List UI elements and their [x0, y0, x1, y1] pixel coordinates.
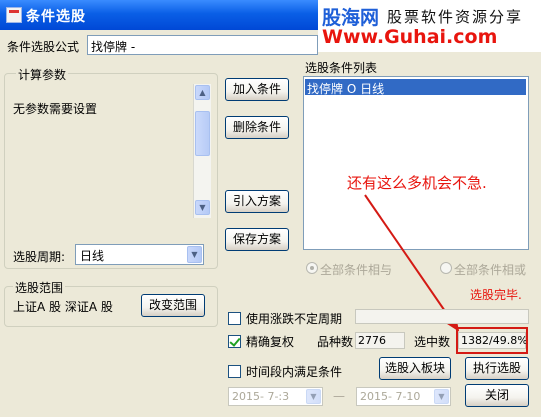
time-range-label: 时间段内满足条件: [246, 365, 343, 379]
execute-button[interactable]: 执行选股: [465, 357, 529, 380]
start-date-dropdown-icon[interactable]: ▼: [306, 389, 321, 404]
precise-adjust-checkbox[interactable]: [228, 335, 241, 348]
start-date-picker[interactable]: 2015- 7-:3 ▼: [228, 387, 323, 406]
start-date-value: 2015- 7-:3: [232, 390, 290, 403]
date-separator: —: [333, 389, 345, 403]
annotation-arrow: [364, 194, 460, 332]
precise-adjust-label: 精确复权: [246, 335, 295, 349]
variety-value: 2776: [358, 334, 386, 347]
unadjusted-period-label: 使用涨跌不定周期: [246, 312, 343, 326]
variety-label: 品种数: [317, 335, 354, 349]
selected-label: 选中数: [414, 335, 451, 349]
end-date-dropdown-icon[interactable]: ▼: [434, 389, 449, 404]
highlight-box: [456, 327, 528, 354]
to-sector-button[interactable]: 选股入板块: [379, 357, 451, 380]
end-date-picker[interactable]: 2015- 7-10 ▼: [356, 387, 451, 406]
condition-selection-dialog: 条件选股 股海网 股票软件资源分享 Www.Guhai.com 条件选股公式 找…: [0, 0, 541, 417]
period-input[interactable]: [355, 309, 529, 324]
end-date-value: 2015- 7-10: [360, 390, 421, 403]
time-range-checkbox[interactable]: [228, 365, 241, 378]
unadjusted-period-checkbox[interactable]: [228, 312, 241, 325]
variety-field: 2776: [355, 332, 405, 349]
close-button[interactable]: 关闭: [465, 384, 529, 407]
